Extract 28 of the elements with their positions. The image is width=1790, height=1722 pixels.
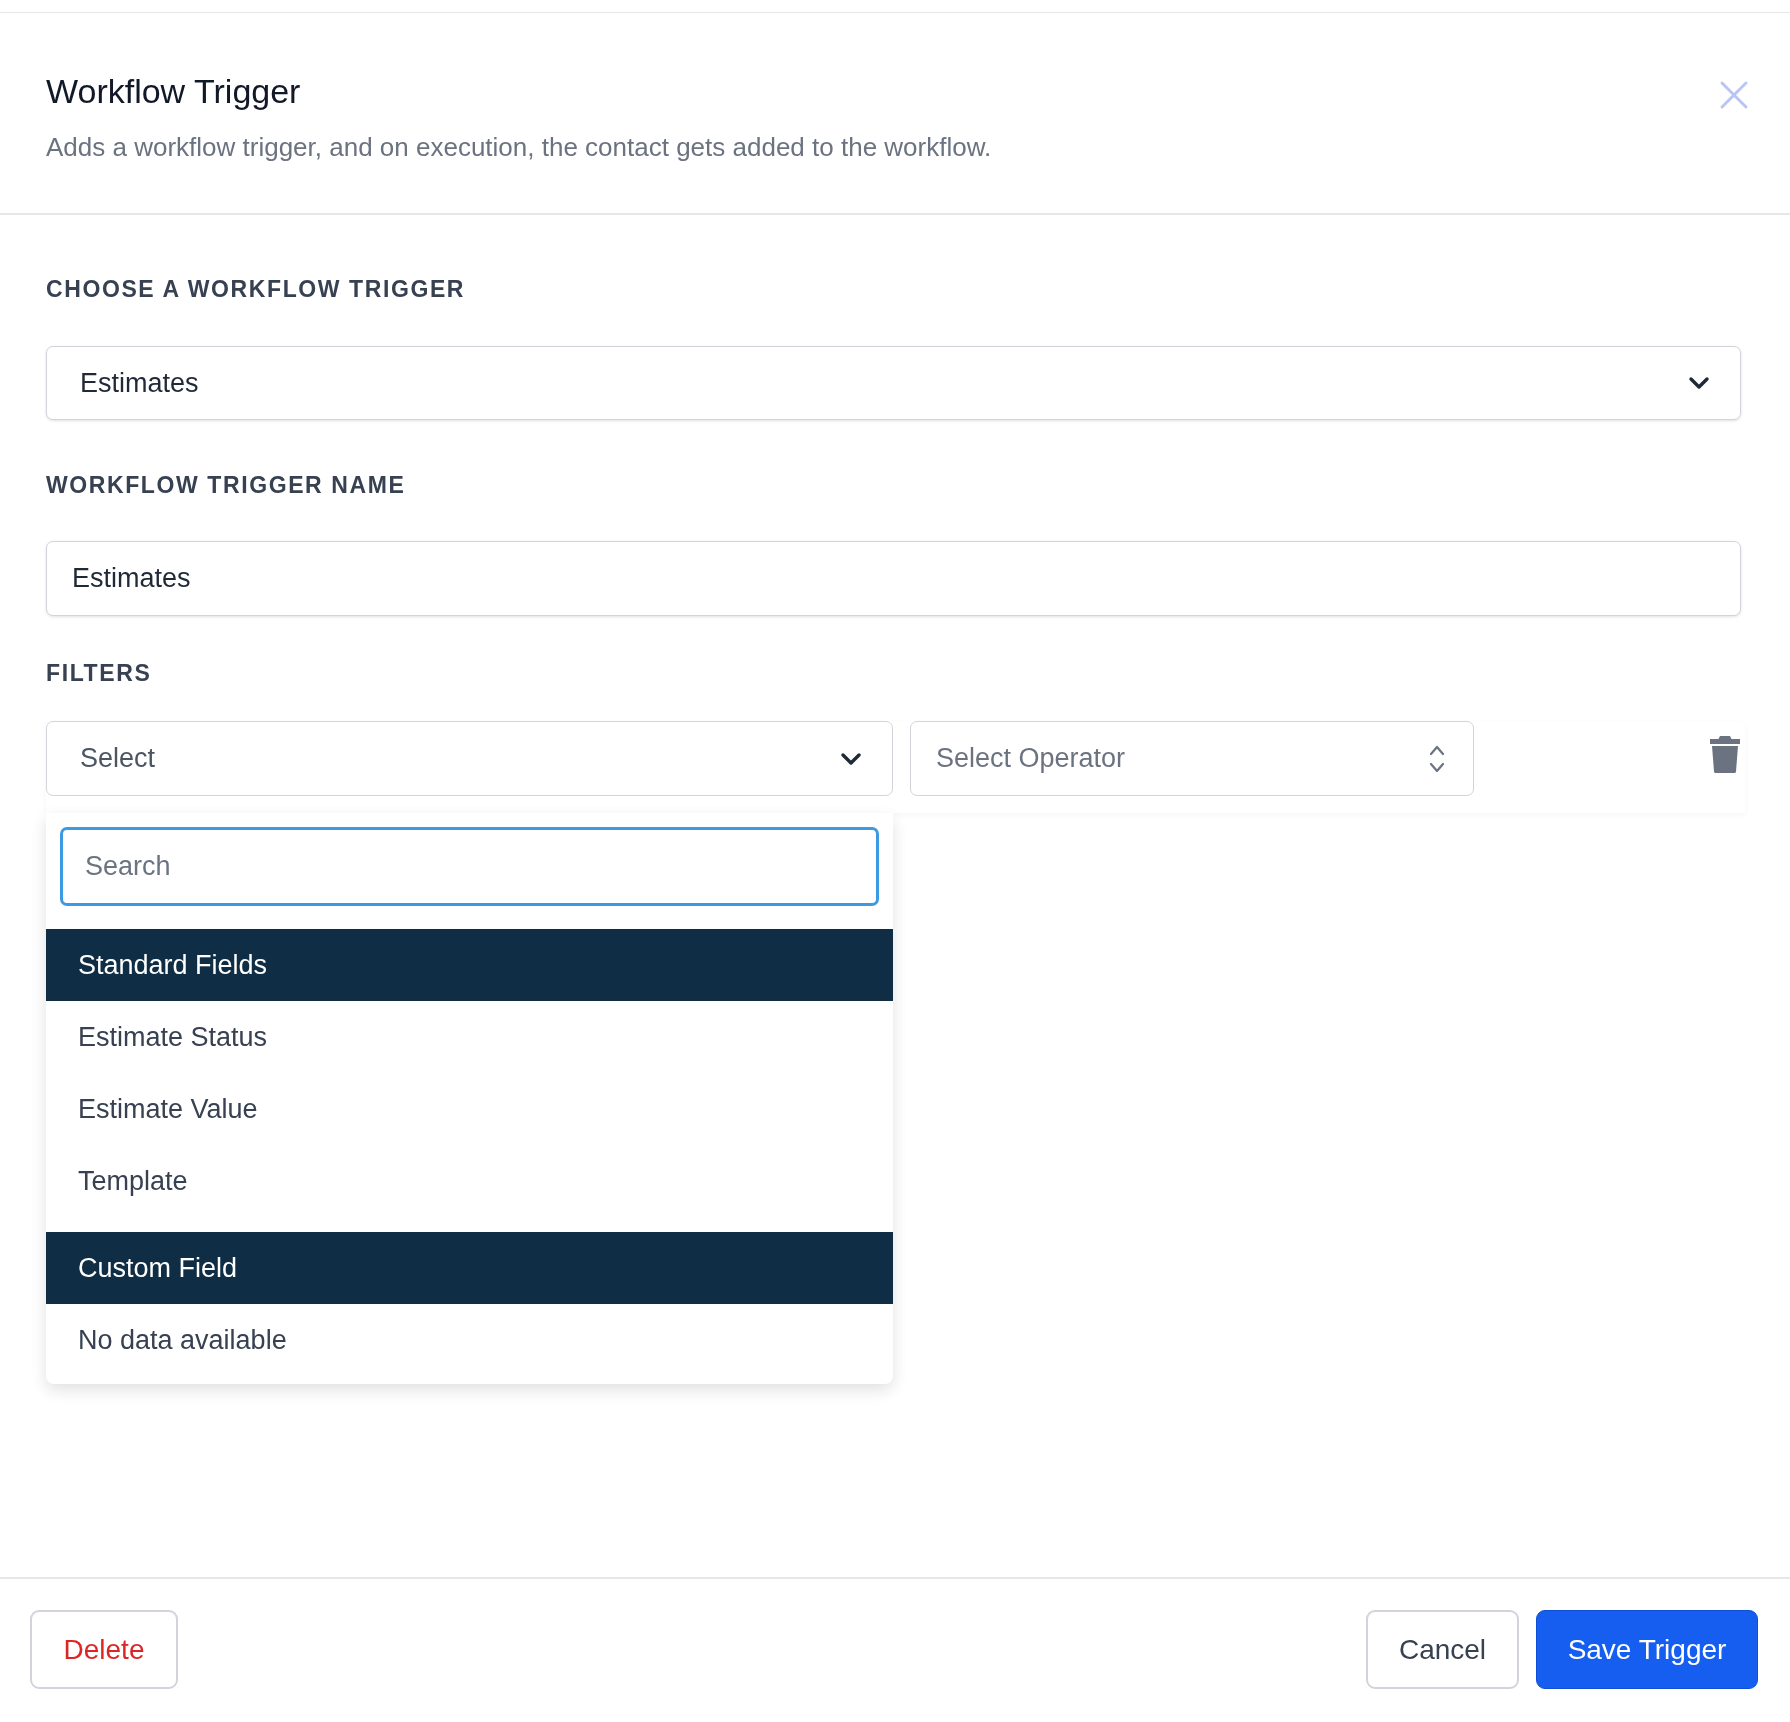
cancel-button[interactable]: Cancel: [1366, 1610, 1519, 1689]
option-group-header: Standard Fields: [46, 929, 893, 1001]
close-icon: [1719, 80, 1749, 110]
field-select[interactable]: Select: [46, 721, 893, 796]
delete-filter-button[interactable]: [1709, 735, 1741, 773]
operator-select[interactable]: Select Operator: [910, 721, 1474, 796]
dialog-subtitle: Adds a workflow trigger, and on execution, the contact gets added to the workflow.: [46, 131, 993, 164]
search-field[interactable]: Search: [60, 827, 879, 906]
dropdown-option[interactable]: Estimate Status: [46, 1001, 893, 1073]
empty-message: No data available: [77, 1323, 288, 1357]
select-value: Estimates: [80, 367, 199, 399]
delete-button[interactable]: Delete: [30, 1610, 178, 1689]
chevron-down-icon: [840, 751, 862, 766]
chevron-down-icon: [1688, 376, 1710, 390]
save-button[interactable]: Save Trigger: [1536, 1610, 1758, 1689]
trash-icon: [1709, 735, 1741, 773]
option-group-header: Custom Field: [46, 1232, 893, 1304]
select-placeholder: Select Operator: [936, 743, 1126, 774]
dropdown-option[interactable]: Estimate Value: [46, 1073, 893, 1145]
trigger-name-field[interactable]: Estimates: [46, 541, 1741, 616]
section-label: WORKFLOW TRIGGER NAME: [46, 471, 406, 500]
section-label: FILTERS: [46, 659, 152, 688]
sort-icon: [1429, 743, 1445, 774]
select-placeholder: Select: [80, 743, 156, 774]
section-label: CHOOSE A WORKFLOW TRIGGER: [46, 275, 466, 304]
dropdown-option[interactable]: Template: [46, 1145, 893, 1217]
trigger-select[interactable]: Estimates: [46, 346, 1741, 420]
dialog-title: Workflow Trigger: [46, 71, 301, 112]
